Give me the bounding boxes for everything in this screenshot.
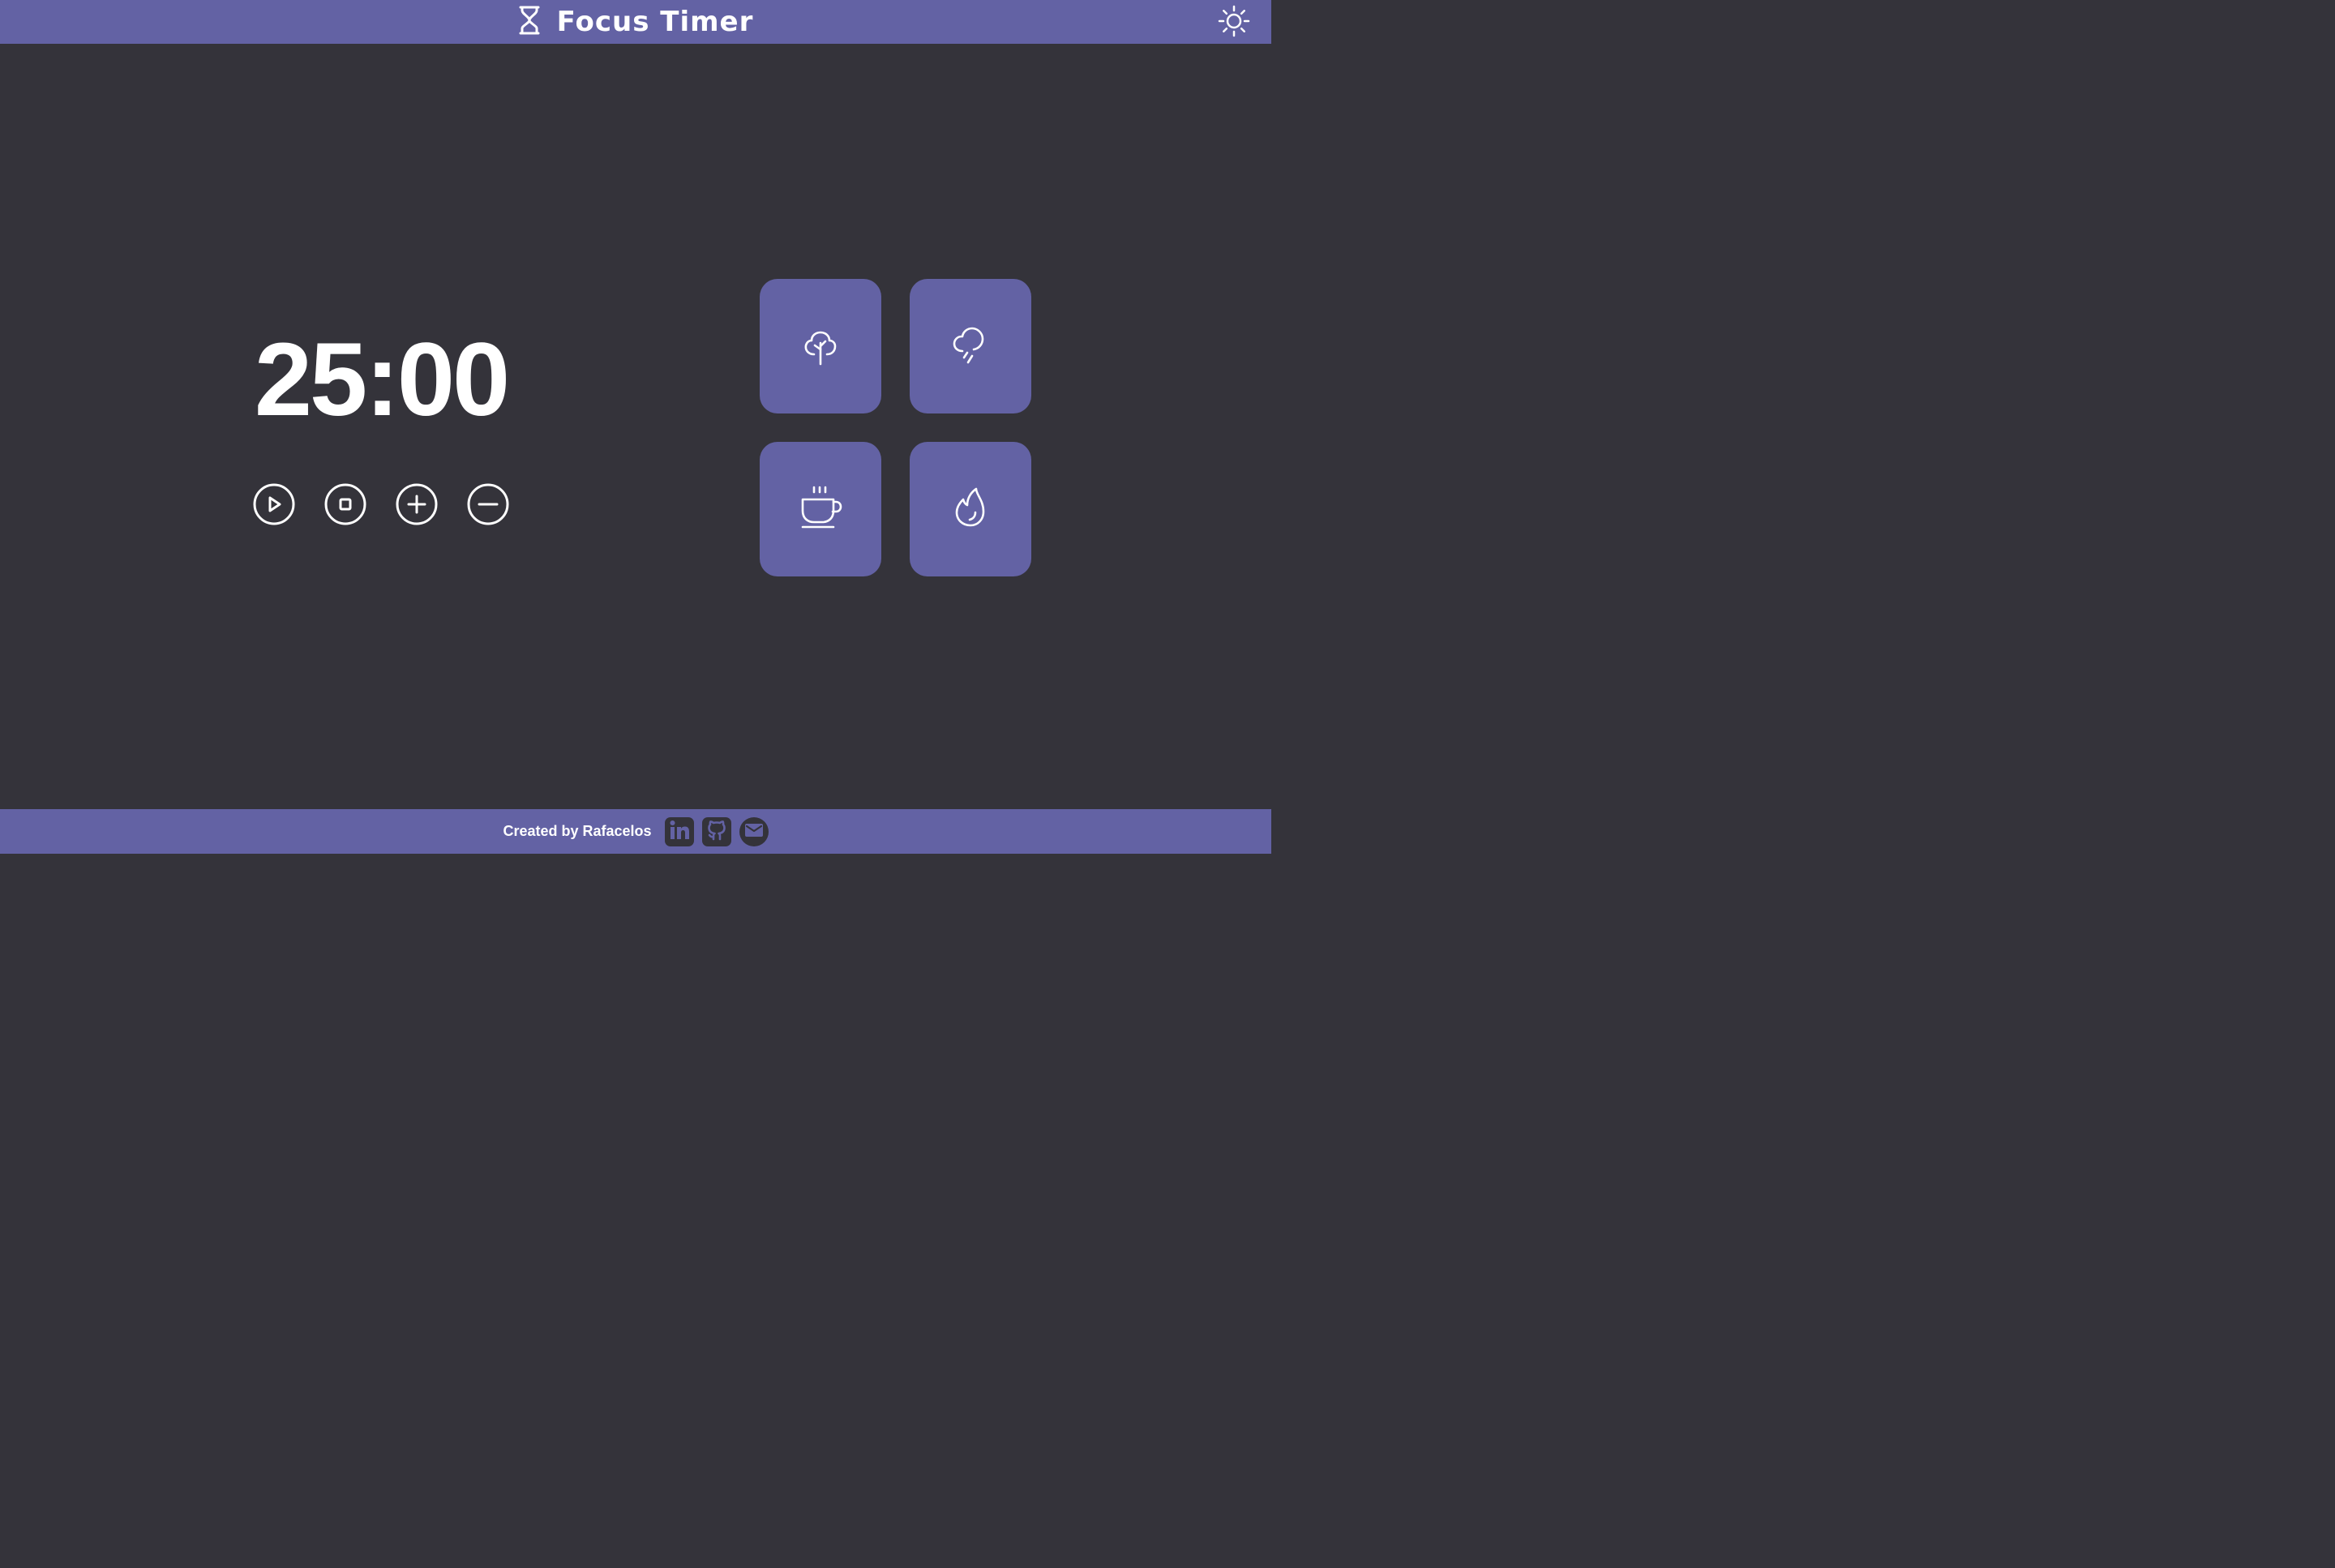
app-header: Focus Timer: [0, 0, 1271, 44]
stop-button[interactable]: [323, 482, 367, 529]
credit-text: Created by Rafacelos: [503, 823, 652, 839]
theme-toggle-button[interactable]: [1218, 5, 1250, 41]
coffee-shop-sound-card[interactable]: [760, 442, 881, 576]
brand: Focus Timer: [518, 6, 754, 38]
minus-icon: [466, 482, 510, 529]
play-button[interactable]: [252, 482, 296, 529]
tree-icon: [796, 320, 845, 372]
mail-icon: [744, 820, 764, 843]
sound-cards: [760, 279, 1031, 576]
fireplace-sound-card[interactable]: [910, 442, 1031, 576]
main-content: 25:00: [0, 44, 1271, 809]
app-title: Focus Timer: [556, 6, 754, 38]
app-footer: Created by Rafacelos: [0, 809, 1271, 854]
forest-sound-card[interactable]: [760, 279, 881, 413]
email-link[interactable]: [739, 816, 769, 846]
decrease-button[interactable]: [466, 482, 510, 529]
cloud-rain-icon: [946, 320, 995, 372]
plus-icon: [395, 482, 439, 529]
coffee-icon: [796, 483, 845, 535]
play-icon: [252, 482, 296, 529]
linkedin-icon: [667, 818, 692, 846]
flame-icon: [946, 483, 995, 535]
sun-icon: [1218, 5, 1250, 41]
github-link[interactable]: [701, 816, 731, 846]
hourglass-icon: [518, 6, 541, 38]
timer-controls: [252, 482, 510, 529]
linkedin-link[interactable]: [664, 816, 694, 846]
github-icon: [705, 818, 729, 846]
rain-sound-card[interactable]: [910, 279, 1031, 413]
stop-icon: [323, 482, 367, 529]
increase-button[interactable]: [395, 482, 439, 529]
social-links: [664, 816, 769, 846]
timer-display: 25:00: [254, 322, 510, 438]
